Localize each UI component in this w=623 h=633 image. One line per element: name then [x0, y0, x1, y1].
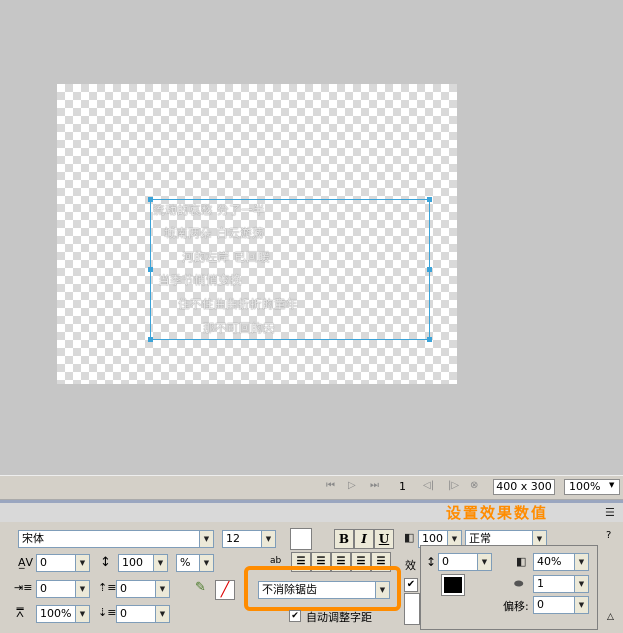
space-after-field[interactable]: 0 [116, 605, 156, 623]
dropdown-arrow-icon[interactable]: ▼ [575, 575, 589, 593]
stop-icon[interactable]: ⊗ [470, 480, 478, 491]
resize-handle-ml[interactable] [148, 267, 153, 272]
help-icon[interactable]: ? [606, 530, 611, 541]
stroke-color-swatch[interactable]: ╱ [215, 580, 235, 600]
poem-line: 流动的哀愁 分了一半 [153, 203, 266, 217]
italic-button[interactable]: I [354, 529, 374, 549]
text-selection-box[interactable] [150, 199, 430, 340]
hint-label: 设置效果数值 [446, 504, 549, 522]
panel-menu-icon[interactable]: ☰ [605, 506, 615, 519]
poem-line: 河的左岸 已回暖 [182, 250, 271, 264]
poem-line: 那不可回的天 [203, 321, 275, 335]
line-height-unit[interactable]: % [176, 554, 200, 572]
auto-kern-checkbox[interactable]: ✔ [289, 610, 301, 622]
poem-line: 城南两朵 白云游荡 [164, 226, 265, 240]
text-color-swatch[interactable] [290, 528, 312, 550]
dropdown-arrow-icon[interactable]: ▼ [156, 580, 170, 598]
highlight-box [244, 566, 401, 611]
dropdown-arrow-icon[interactable]: ▼ [200, 530, 214, 548]
resize-handle-mr[interactable] [427, 267, 432, 272]
font-size-field[interactable]: 12 [222, 530, 262, 548]
effect-opacity-icon: ◧ [516, 555, 527, 568]
effect-color-swatch[interactable] [441, 574, 465, 596]
space-before-icon: ⇡≡ [98, 581, 117, 594]
indent-icon: ⇥≡ [14, 581, 33, 594]
first-frame-icon[interactable]: ⏮ [326, 480, 335, 491]
char-spacing-icon: A̲V [18, 556, 34, 569]
auto-kern-label: 自动调整字距 [306, 611, 372, 624]
dropdown-arrow-icon[interactable]: ▼ [154, 554, 168, 572]
line-height-icon: ↕ [100, 555, 111, 570]
effect-enable-checkbox[interactable]: ✔ [404, 578, 418, 592]
pencil-icon[interactable]: ✎ [195, 580, 206, 595]
resize-handle-bl[interactable] [148, 337, 153, 342]
horizontal-scale-icon: ⩞ [16, 606, 24, 621]
effects-list[interactable] [404, 593, 420, 625]
resize-handle-tr[interactable] [427, 197, 432, 202]
collapse-icon[interactable]: △ [607, 612, 614, 622]
text-direction-icon[interactable]: ab [270, 556, 281, 566]
horizontal-scale-field[interactable]: 100% [36, 605, 76, 623]
next-frame-icon[interactable]: |▷ [448, 480, 459, 491]
dropdown-arrow-icon[interactable]: ▼ [200, 554, 214, 572]
dropdown-arrow-icon[interactable]: ▼ [76, 554, 90, 572]
indent-field[interactable]: 0 [36, 580, 76, 598]
effect-distance-field[interactable]: 0 [438, 553, 478, 571]
effects-label: 效 [405, 559, 416, 572]
offset-label: 偏移: [503, 600, 529, 613]
opacity-icon: ◧ [404, 531, 415, 544]
bold-button[interactable]: B [334, 529, 354, 549]
dropdown-arrow-icon[interactable]: ▼ [76, 580, 90, 598]
distance-icon: ↕ [426, 555, 437, 569]
poem-line: 当季节悄悄变换 [158, 273, 242, 287]
poem-line: 住不住曲曲折折的童年 [178, 297, 298, 311]
dropdown-arrow-icon[interactable]: ▼ [575, 596, 589, 614]
softness-icon: ⬬ [514, 577, 524, 590]
last-frame-icon[interactable]: ⏭ [370, 480, 379, 491]
dropdown-arrow-icon[interactable]: ▼ [156, 605, 170, 623]
space-before-field[interactable]: 0 [116, 580, 156, 598]
underline-button[interactable]: U [374, 529, 394, 549]
effect-offset-field[interactable]: 0 [533, 596, 575, 614]
effect-softness-field[interactable]: 1 [533, 575, 575, 593]
resize-handle-br[interactable] [427, 337, 432, 342]
dropdown-arrow-icon[interactable]: ▼ [575, 553, 589, 571]
dropdown-arrow-icon[interactable]: ▼ [76, 605, 90, 623]
dropdown-arrow-icon[interactable]: ▼ [478, 553, 492, 571]
current-frame: 1 [399, 480, 406, 493]
line-height-field[interactable]: 100 [118, 554, 154, 572]
prev-frame-icon[interactable]: ◁| [423, 480, 434, 491]
effect-opacity-field[interactable]: 40% [533, 553, 575, 571]
zoom-dropdown-icon[interactable]: ▼ [609, 481, 614, 489]
canvas-size: 400 x 300 [493, 479, 555, 495]
char-spacing-field[interactable]: 0 [36, 554, 76, 572]
space-after-icon: ⇣≡ [98, 606, 117, 619]
dropdown-arrow-icon[interactable]: ▼ [262, 530, 276, 548]
font-name-select[interactable]: 宋体 [18, 530, 200, 548]
play-icon[interactable]: ▷ [348, 480, 356, 491]
